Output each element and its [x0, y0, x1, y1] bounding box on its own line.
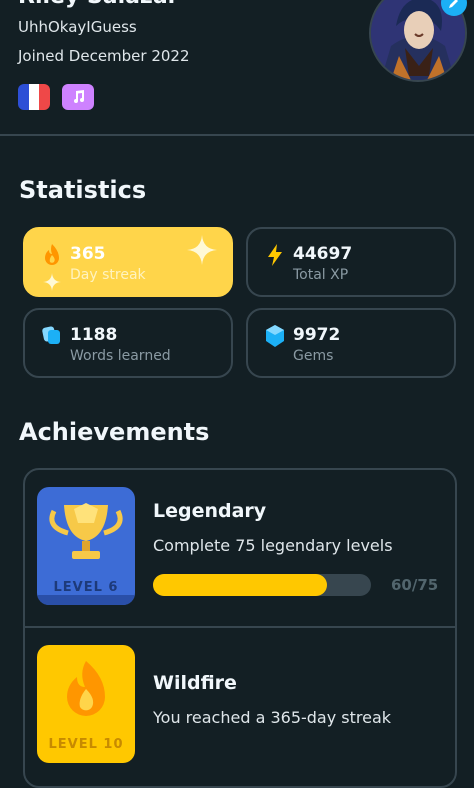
- stat-value: 44697: [293, 244, 353, 264]
- profile-name: Riley Salazar: [18, 0, 179, 9]
- statistics-heading: Statistics: [19, 176, 147, 204]
- achievement-title: Legendary: [153, 500, 267, 522]
- gem-icon: [266, 325, 284, 347]
- stat-label: Words learned: [70, 348, 171, 364]
- sparkle-icon: [187, 235, 217, 265]
- achievement-badge-legendary[interactable]: LEVEL 6: [37, 487, 135, 605]
- profile-username: UhhOkayIGuess: [18, 18, 137, 36]
- stat-label: Day streak: [70, 267, 146, 283]
- achievement-level: LEVEL 10: [48, 737, 124, 752]
- stat-card-words[interactable]: 1188 Words learned: [23, 308, 233, 378]
- stat-value: 365: [70, 244, 106, 264]
- course-flags: [18, 84, 94, 110]
- achievement-title: Wildfire: [153, 672, 237, 694]
- achievement-description: You reached a 365-day streak: [153, 708, 392, 727]
- stat-label: Gems: [293, 348, 334, 364]
- achievement-divider: [23, 626, 457, 628]
- achievement-level: LEVEL 6: [53, 580, 119, 595]
- sparkle-icon: [43, 273, 61, 291]
- stat-value: 1188: [70, 325, 118, 345]
- achievement-badge-wildfire[interactable]: LEVEL 10: [37, 645, 135, 763]
- achievement-progress-bar: [153, 574, 371, 596]
- stat-card-streak[interactable]: 365 Day streak: [23, 227, 233, 297]
- trophy-icon: [49, 503, 123, 559]
- section-divider: [0, 134, 474, 136]
- fire-icon: [45, 244, 59, 265]
- flag-france-icon[interactable]: [18, 84, 50, 110]
- stat-label: Total XP: [293, 267, 349, 283]
- music-note-icon[interactable]: [62, 84, 94, 110]
- stat-card-gems[interactable]: 9972 Gems: [246, 308, 456, 378]
- cards-icon: [42, 326, 60, 344]
- stat-value: 9972: [293, 325, 341, 345]
- profile-joined-date: Joined December 2022: [18, 47, 190, 65]
- achievement-description: Complete 75 legendary levels: [153, 536, 393, 555]
- fire-icon: [67, 661, 105, 716]
- progress-fill: [153, 574, 328, 596]
- achievement-progress-count: 60/75: [391, 576, 439, 594]
- achievements-heading: Achievements: [19, 418, 210, 446]
- profile-header: Riley Salazar UhhOkayIGuess Joined Decem…: [0, 0, 474, 134]
- stat-card-xp[interactable]: 44697 Total XP: [246, 227, 456, 297]
- lightning-icon: [268, 244, 282, 266]
- pencil-icon: [449, 0, 458, 8]
